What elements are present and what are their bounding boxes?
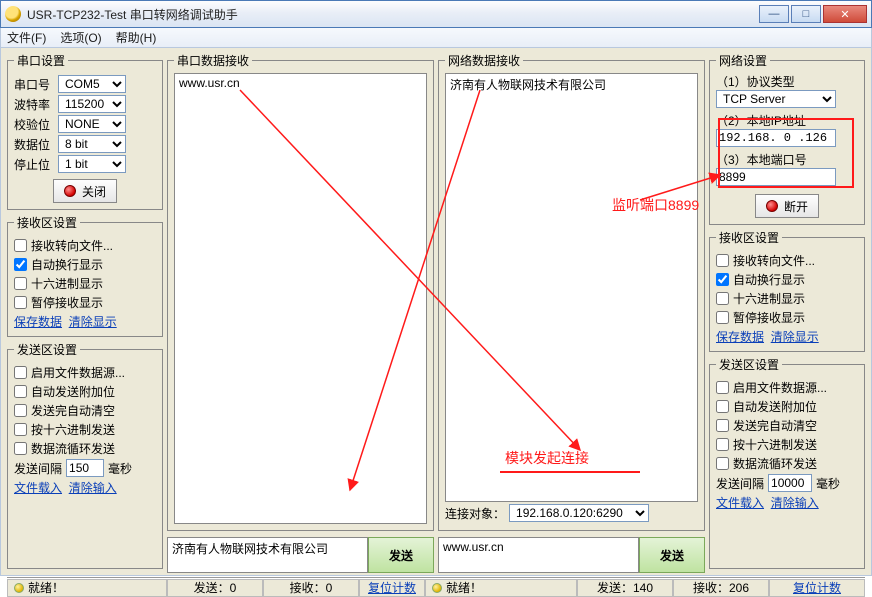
conn-target-label: 连接对象： (445, 505, 505, 522)
reset-count-right[interactable]: 复位计数 (793, 579, 841, 596)
tx-clearinput-link[interactable]: 清除输入 (69, 481, 117, 495)
netport-input[interactable] (716, 168, 836, 186)
menu-file[interactable]: 文件(F) (7, 29, 46, 46)
status-send-left: 0 (230, 581, 237, 595)
stopbits-select[interactable]: 1 bit (58, 155, 126, 173)
tx-settings-left: 发送区设置 启用文件数据源... 自动发送附加位 发送完自动清空 按十六进制发送… (7, 341, 163, 569)
net-settings: 网络设置 （1）协议类型 TCP Server （2）本地IP地址 （3）本地端… (709, 52, 865, 225)
serial-rx-legend: 串口数据接收 (174, 52, 252, 69)
serial-close-button[interactable]: 关闭 (53, 179, 117, 203)
net-rx-text[interactable]: 济南有人物联网技术有限公司 (445, 73, 698, 502)
record-icon (766, 200, 778, 212)
databits-label: 数据位 (14, 136, 54, 153)
net-legend: 网络设置 (716, 52, 770, 69)
rx-clear-link[interactable]: 清除显示 (69, 315, 117, 329)
rx-hex-cb[interactable] (14, 277, 27, 290)
tx-file-cb[interactable] (14, 366, 27, 379)
menu-options[interactable]: 选项(O) (60, 29, 101, 46)
minimize-button[interactable]: — (759, 5, 789, 23)
rx-wrap-cb[interactable] (14, 258, 27, 271)
net-tx-input[interactable]: www.usr.cn (438, 537, 639, 573)
serial-settings: 串口设置 串口号COM5 波特率115200 校验位NONE 数据位8 bit … (7, 52, 163, 210)
reset-count-left[interactable]: 复位计数 (368, 579, 416, 596)
tx2-hex-cb[interactable] (716, 438, 729, 451)
tx2-loop-cb[interactable] (716, 457, 729, 470)
baud-label: 波特率 (14, 96, 54, 113)
serial-tx-input[interactable]: 济南有人物联网技术有限公司 (167, 537, 368, 573)
port-select[interactable]: COM5 (58, 75, 126, 93)
net-disconnect-button[interactable]: 断开 (755, 194, 819, 218)
status-ready-left: 就绪！ (28, 579, 64, 596)
rx-legend: 接收区设置 (14, 214, 80, 231)
tx-loadfile-link[interactable]: 文件载入 (14, 481, 62, 495)
menu-help[interactable]: 帮助(H) (116, 29, 157, 46)
conn-target-select[interactable]: 192.168.0.120:6290 (509, 504, 649, 522)
close-button[interactable]: ✕ (823, 5, 867, 23)
rx2-tofile-cb[interactable] (716, 254, 729, 267)
record-icon (64, 185, 76, 197)
tx2-loadfile-link[interactable]: 文件载入 (716, 496, 764, 510)
rx-settings-right: 接收区设置 接收转向文件... 自动换行显示 十六进制显示 暂停接收显示 保存数… (709, 229, 865, 352)
tx2-file-cb[interactable] (716, 381, 729, 394)
rx2-clear-link[interactable]: 清除显示 (771, 330, 819, 344)
tx-hex-cb[interactable] (14, 423, 27, 436)
tx-legend: 发送区设置 (14, 341, 80, 358)
status-send-right: 140 (633, 581, 653, 595)
menubar: 文件(F) 选项(O) 帮助(H) (0, 28, 872, 48)
interval-label: 发送间隔 (14, 460, 62, 477)
netport-label: （3）本地端口号 (716, 151, 858, 168)
parity-label: 校验位 (14, 116, 54, 133)
rx2-pause-cb[interactable] (716, 311, 729, 324)
serial-send-button[interactable]: 发送 (368, 537, 434, 573)
rx-tofile-cb[interactable] (14, 239, 27, 252)
serial-rx-text[interactable]: www.usr.cn (174, 73, 427, 524)
ip-label: （2）本地IP地址 (716, 112, 858, 129)
tx-append-cb[interactable] (14, 385, 27, 398)
tx2-clearinput-link[interactable]: 清除输入 (771, 496, 819, 510)
tx-settings-right: 发送区设置 启用文件数据源... 自动发送附加位 发送完自动清空 按十六进制发送… (709, 356, 865, 569)
rx-save-link[interactable]: 保存数据 (14, 315, 62, 329)
bulb-icon (14, 583, 24, 593)
port-label: 串口号 (14, 76, 54, 93)
maximize-button[interactable]: □ (791, 5, 821, 23)
proto-label: （1）协议类型 (716, 73, 858, 90)
rx-settings-left: 接收区设置 接收转向文件... 自动换行显示 十六进制显示 暂停接收显示 保存数… (7, 214, 163, 337)
app-icon (5, 6, 21, 22)
rx2-hex-cb[interactable] (716, 292, 729, 305)
interval-input-left[interactable] (66, 459, 104, 477)
rx2-save-link[interactable]: 保存数据 (716, 330, 764, 344)
bulb-icon (432, 583, 442, 593)
net-rx-legend: 网络数据接收 (445, 52, 523, 69)
statusbar: 就绪！ 发送：0 接收：0 复位计数 就绪！ 发送：140 接收：206 复位计… (7, 577, 865, 597)
stopbits-label: 停止位 (14, 156, 54, 173)
proto-select[interactable]: TCP Server (716, 90, 836, 108)
status-recv-right: 206 (729, 581, 749, 595)
interval-input-right[interactable] (768, 474, 812, 492)
serial-rx-panel: 串口数据接收 www.usr.cn (167, 52, 434, 531)
tx2-append-cb[interactable] (716, 400, 729, 413)
titlebar: USR-TCP232-Test 串口转网络调试助手 — □ ✕ (0, 0, 872, 28)
tx-clear-cb[interactable] (14, 404, 27, 417)
rx-pause-cb[interactable] (14, 296, 27, 309)
net-rx-panel: 网络数据接收 济南有人物联网技术有限公司 连接对象：192.168.0.120:… (438, 52, 705, 531)
status-recv-left: 0 (326, 581, 333, 595)
status-ready-right: 就绪！ (446, 579, 482, 596)
tx2-clear-cb[interactable] (716, 419, 729, 432)
rx2-wrap-cb[interactable] (716, 273, 729, 286)
databits-select[interactable]: 8 bit (58, 135, 126, 153)
serial-legend: 串口设置 (14, 52, 68, 69)
baud-select[interactable]: 115200 (58, 95, 126, 113)
ip-input[interactable] (716, 129, 836, 147)
tx-loop-cb[interactable] (14, 442, 27, 455)
parity-select[interactable]: NONE (58, 115, 126, 133)
window-title: USR-TCP232-Test 串口转网络调试助手 (27, 6, 759, 23)
net-send-button[interactable]: 发送 (639, 537, 705, 573)
